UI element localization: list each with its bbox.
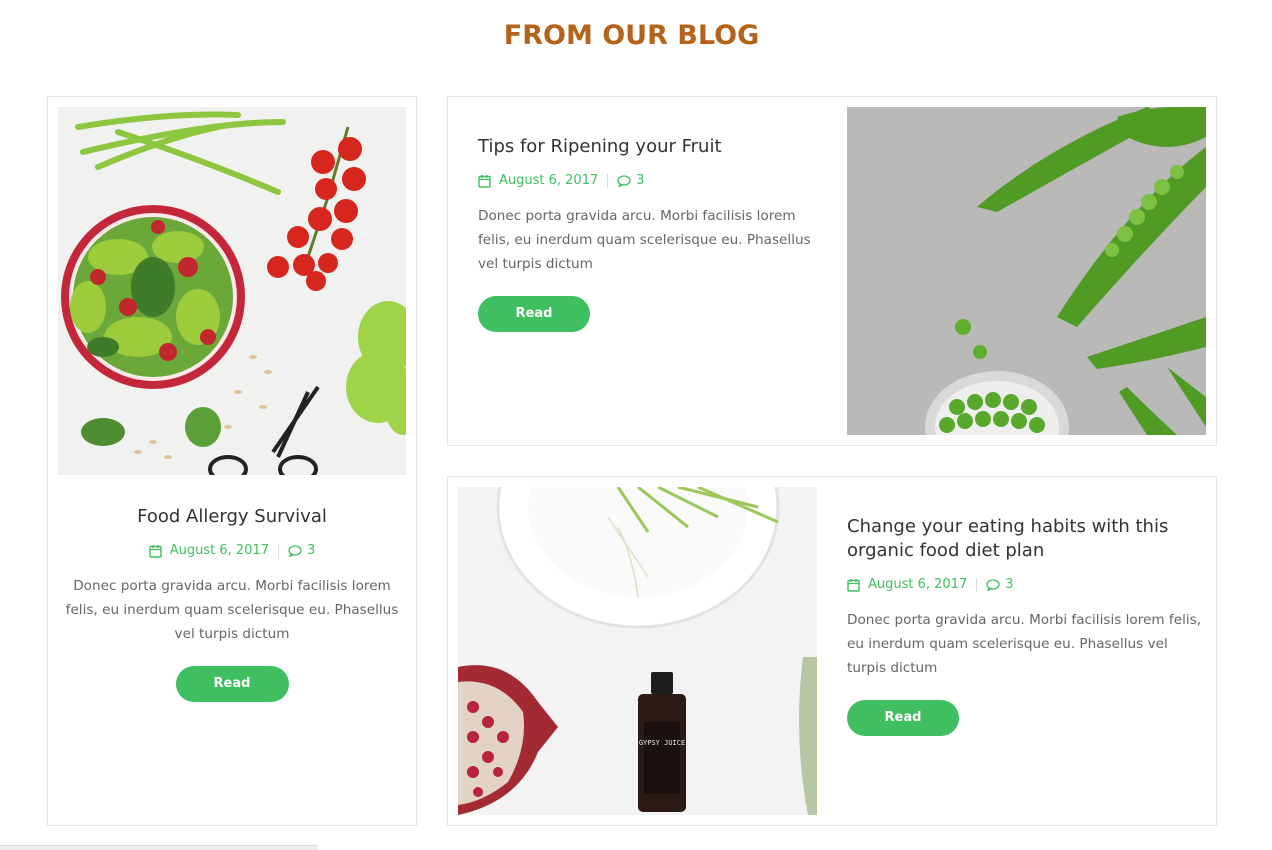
meta-divider: [976, 577, 978, 592]
calendar-icon: [149, 544, 162, 558]
post-date[interactable]: August 6, 2017: [170, 543, 269, 558]
meta-divider: [277, 543, 279, 558]
read-more-button[interactable]: Read more: [175, 666, 289, 727]
comment-count[interactable]: 3: [1005, 577, 1013, 592]
post-date[interactable]: August 6, 2017: [499, 173, 598, 188]
blog-post-card: Food Allergy Survival August 6, 2017 3 D…: [47, 96, 417, 826]
post-date[interactable]: August 6, 2017: [868, 577, 967, 592]
post-meta: August 6, 2017 3: [48, 543, 416, 558]
calendar-icon: [847, 578, 860, 592]
comment-icon: [288, 544, 302, 557]
read-more-button[interactable]: Read more: [478, 296, 590, 357]
section-title: FROM OUR BLOG: [503, 20, 760, 51]
post-excerpt: Donec porta gravida arcu. Morbi facilisi…: [478, 208, 811, 272]
post-image-salad[interactable]: [58, 107, 406, 475]
post-meta: August 6, 2017 3: [478, 173, 818, 188]
post-title[interactable]: Food Allergy Survival: [48, 505, 416, 529]
post-title[interactable]: Tips for Ripening your Fruit: [478, 135, 818, 159]
post-meta: August 6, 2017 3: [847, 577, 1209, 592]
post-image-peas[interactable]: [847, 107, 1206, 435]
comment-icon: [617, 174, 631, 187]
read-more-button[interactable]: Read more: [847, 700, 959, 761]
comment-count[interactable]: 3: [636, 173, 644, 188]
post-title[interactable]: Change your eating habits with this orga…: [847, 515, 1209, 563]
meta-divider: [607, 173, 609, 188]
bottle-label: GYPSY JUICE: [639, 739, 685, 747]
comment-icon: [986, 578, 1000, 591]
post-excerpt: Donec porta gravida arcu. Morbi facilisi…: [65, 578, 399, 642]
post-image-pomegranate[interactable]: GYPSY JUICE: [458, 487, 817, 815]
horizontal-scrollbar[interactable]: [0, 845, 318, 850]
blog-post-card: GYPSY JUICE Change your eating habits wi…: [447, 476, 1217, 826]
blog-post-card: Tips for Ripening your Fruit August 6, 2…: [447, 96, 1217, 446]
post-excerpt: Donec porta gravida arcu. Morbi facilisi…: [847, 612, 1202, 676]
calendar-icon: [478, 174, 491, 188]
comment-count[interactable]: 3: [307, 543, 315, 558]
